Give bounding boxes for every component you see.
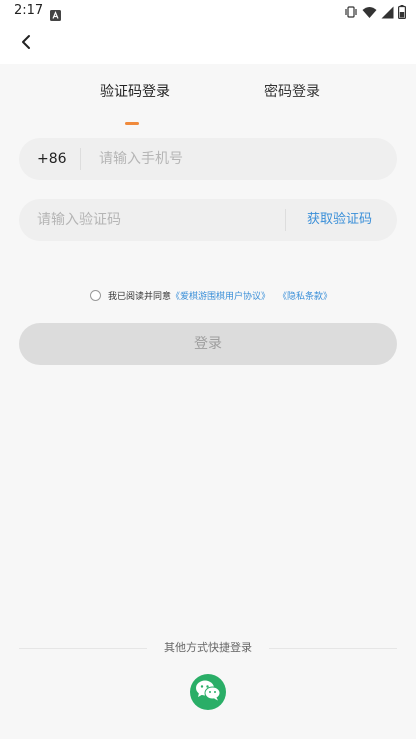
login-button[interactable]: 登录 (19, 323, 397, 365)
phone-divider (80, 148, 81, 170)
wifi-icon (362, 6, 377, 19)
country-code-selector[interactable]: +86 (37, 138, 67, 180)
active-tab-indicator (125, 122, 139, 125)
header (0, 24, 416, 64)
status-time: 2:17 (14, 3, 44, 18)
tab-code-login[interactable]: 验证码登录 (100, 82, 170, 102)
verification-code-input[interactable] (37, 199, 277, 241)
back-button[interactable] (14, 32, 38, 56)
wechat-icon (195, 679, 221, 705)
status-bar: 2:17 (0, 0, 416, 24)
login-main: 验证码登录 密码登录 +86 获取验证码 我已阅读并同意 《爱棋游围棋用户协议》… (0, 64, 416, 739)
phone-input[interactable] (99, 138, 379, 180)
status-icons (344, 4, 406, 20)
code-row: 获取验证码 (19, 199, 397, 241)
vibrate-icon (344, 5, 358, 19)
login-tabs: 验证码登录 密码登录 (0, 82, 416, 125)
chevron-left-icon (20, 34, 32, 54)
battery-icon (398, 5, 406, 19)
agreement: 我已阅读并同意 《爱棋游围棋用户协议》 《隐私条款》 (90, 288, 332, 302)
tab-password-login[interactable]: 密码登录 (264, 82, 320, 102)
user-agreement-link[interactable]: 《爱棋游围棋用户协议》 (171, 289, 270, 302)
privacy-policy-link[interactable]: 《隐私条款》 (278, 289, 332, 302)
code-divider (285, 209, 286, 231)
text-a-icon (50, 6, 61, 21)
other-login: 其他方式快捷登录 (19, 640, 397, 656)
signal-icon (381, 6, 394, 19)
agreement-text: 我已阅读并同意 (108, 291, 172, 302)
agree-checkbox[interactable] (90, 289, 101, 301)
phone-row: +86 (19, 138, 397, 180)
wechat-login-button[interactable] (190, 674, 226, 710)
get-code-button[interactable]: 获取验证码 (307, 199, 372, 241)
other-login-divider-right (269, 648, 397, 649)
